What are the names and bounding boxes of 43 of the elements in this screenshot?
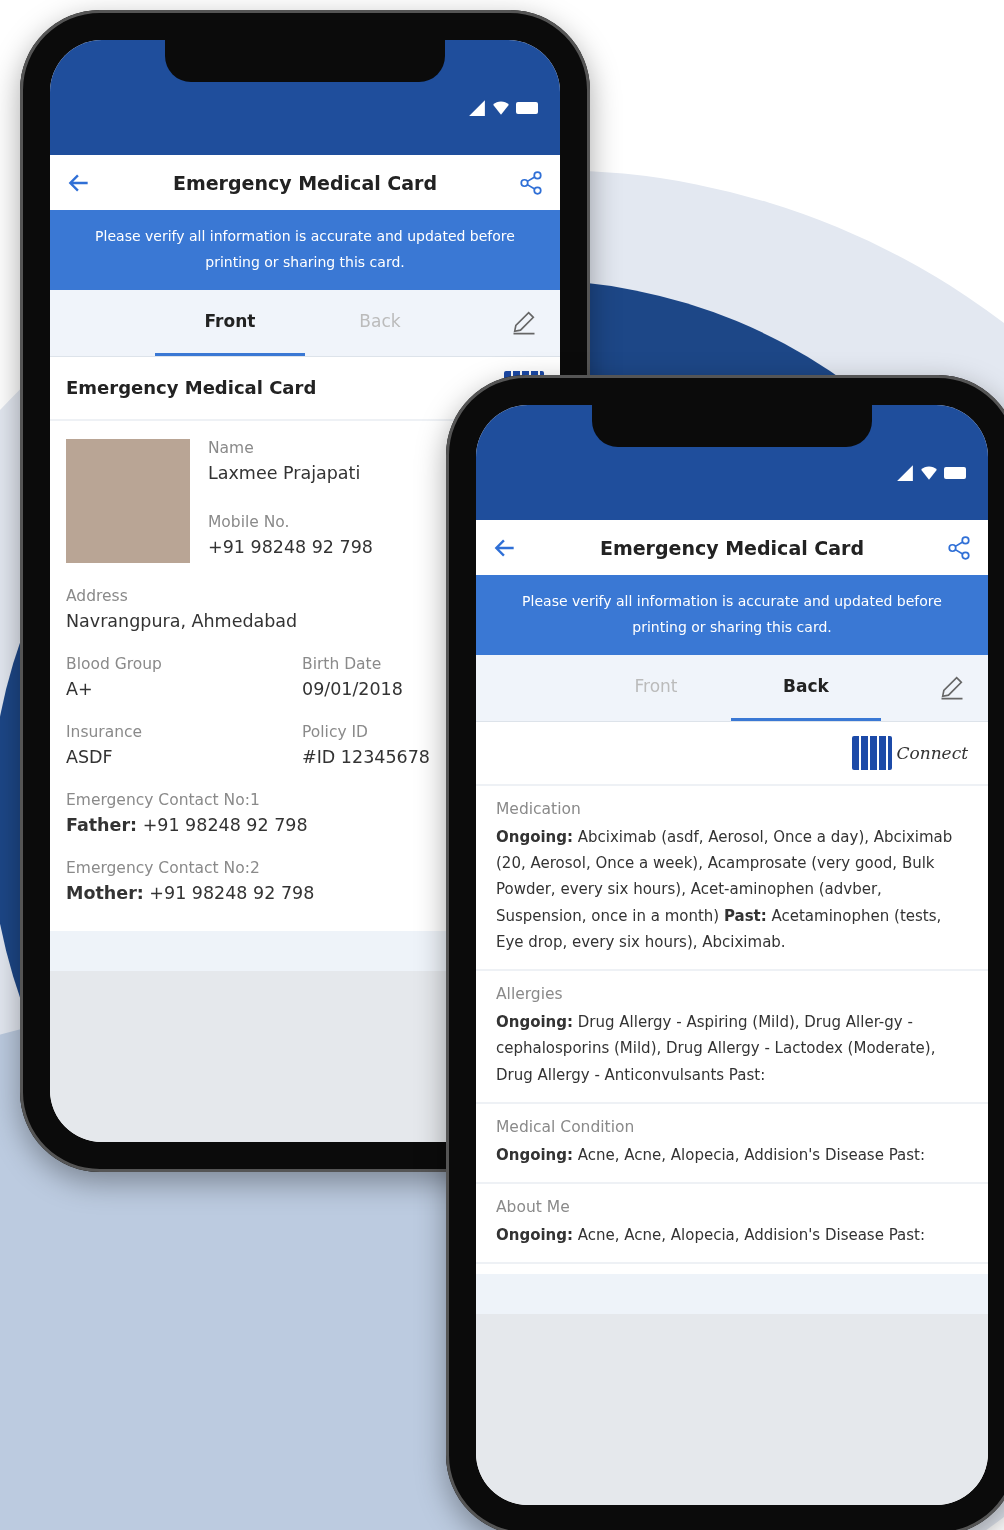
wifi-icon: [492, 98, 510, 117]
section-title: Allergies: [496, 985, 563, 1004]
field-value: A+: [66, 678, 93, 699]
section-text: Ongoing: Abciximab (asdf, Aerosol, Once a day), Abciximab (20, Aerosol, Once a week), Acamprosate (very good, Bulk Powder, every six hours), Acet-aminophen (advber, Suspension, once in a month) Past: Acetaminophen (tests, Eye drop, every six hours), Abciximab.: [496, 826, 954, 953]
logo-icon: [852, 735, 893, 770]
share-icon[interactable]: [518, 169, 544, 196]
section-title: Medical Condition: [496, 1117, 635, 1136]
card-title: Emergency Medical Card: [66, 377, 317, 399]
section-text: Ongoing: Acne, Acne, Alopecia, Addision's Disease Past:: [496, 1225, 925, 1247]
field-label: Policy ID: [302, 722, 369, 741]
field-label: Blood Group: [66, 654, 162, 673]
logo-text: Connect: [896, 742, 968, 763]
wifi-icon: [920, 463, 938, 482]
field-value: Laxmee Prajapati: [208, 462, 361, 483]
section-title: About Me: [496, 1198, 570, 1217]
screen-title: Emergency Medical Card: [599, 536, 865, 559]
field-value: Navrangpura, Ahmedabad: [66, 610, 298, 631]
field-label: Emergency Contact No:1: [66, 790, 260, 809]
tab[interactable]: Back: [731, 654, 881, 721]
field-label: Emergency Contact No:2: [66, 858, 260, 877]
signal-icon: [896, 463, 914, 482]
section-text: Ongoing: Drug Allergy - Aspiring (Mild), Drug Aller-gy - cephalosporins (Mild), Drug Allergy - Lactodex (Moderate), Drug Allergy - Anticonvulsants Past:: [496, 1012, 937, 1086]
notice-banner: Please verify all information is accurate and updated before printing or sharing this card.: [476, 575, 988, 655]
field-label: Birth Date: [302, 654, 382, 673]
field-value: ASDF: [66, 746, 113, 767]
screen-title: Emergency Medical Card: [172, 171, 438, 194]
notice-banner: Please verify all information is accurate and updated before printing or sharing this card.: [50, 210, 560, 290]
field-value: 09/01/2018: [302, 678, 403, 699]
field-label: Mobile No.: [208, 512, 290, 531]
field-value: Father: +91 98248 92 798: [66, 814, 308, 835]
signal-icon: [468, 98, 486, 117]
section-title: Medication: [496, 799, 581, 818]
battery-icon: [516, 101, 538, 114]
field-value: Mother: +91 98248 92 798: [66, 882, 315, 903]
field-label: Address: [66, 586, 128, 605]
battery-icon: [944, 466, 966, 479]
field-label: Insurance: [66, 722, 143, 741]
field-label: Name: [208, 438, 254, 457]
tab[interactable]: Front: [155, 289, 305, 356]
field-value: #ID 12345678: [302, 746, 430, 767]
section-text: Ongoing: Acne, Acne, Alopecia, Addision's Disease Past:: [496, 1144, 925, 1166]
field-value: +91 98248 92 798: [208, 536, 373, 557]
share-icon[interactable]: [946, 534, 972, 561]
